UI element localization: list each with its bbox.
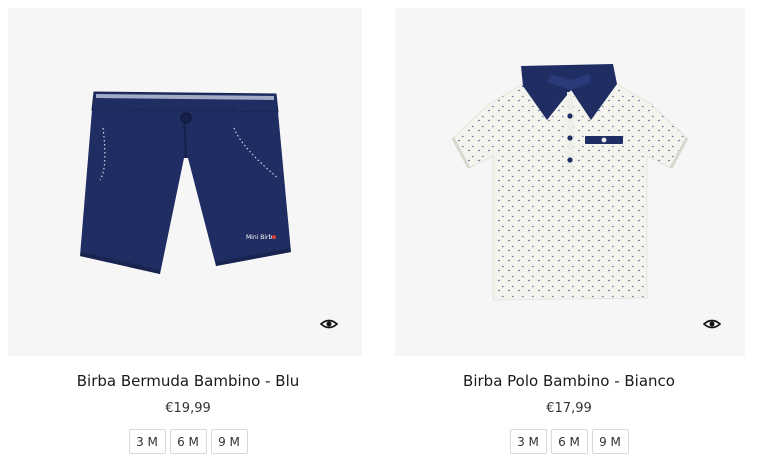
size-options: 3 M 6 M 9 M	[8, 429, 368, 454]
polo-shirt-image	[451, 64, 689, 301]
product-price: €19,99	[165, 401, 211, 416]
product-card[interactable]: Mini Birba Birba Bermuda Bambino - Blu €…	[8, 0, 368, 459]
product-image[interactable]: Mini Birba	[8, 8, 362, 356]
eye-icon[interactable]	[703, 318, 721, 330]
product-name[interactable]: Birba Bermuda Bambino - Blu	[8, 372, 368, 390]
product-name[interactable]: Birba Polo Bambino - Bianco	[393, 372, 745, 390]
product-price: €17,99	[546, 401, 592, 416]
product-card[interactable]: Birba Polo Bambino - Bianco €17,99 3 M 6…	[393, 0, 753, 459]
product-image[interactable]	[395, 8, 745, 356]
size-button-3m[interactable]: 3 M	[128, 429, 166, 454]
size-button-3m[interactable]: 3 M	[509, 429, 547, 454]
size-button-9m[interactable]: 9 M	[210, 429, 248, 454]
size-options: 3 M 6 M 9 M	[393, 429, 745, 454]
size-button-9m[interactable]: 9 M	[591, 429, 629, 454]
size-button-6m[interactable]: 6 M	[550, 429, 588, 454]
brand-mark: Mini Birba	[246, 234, 276, 241]
shorts-image: Mini Birba	[80, 91, 291, 274]
eye-icon[interactable]	[320, 318, 338, 330]
size-button-6m[interactable]: 6 M	[169, 429, 207, 454]
